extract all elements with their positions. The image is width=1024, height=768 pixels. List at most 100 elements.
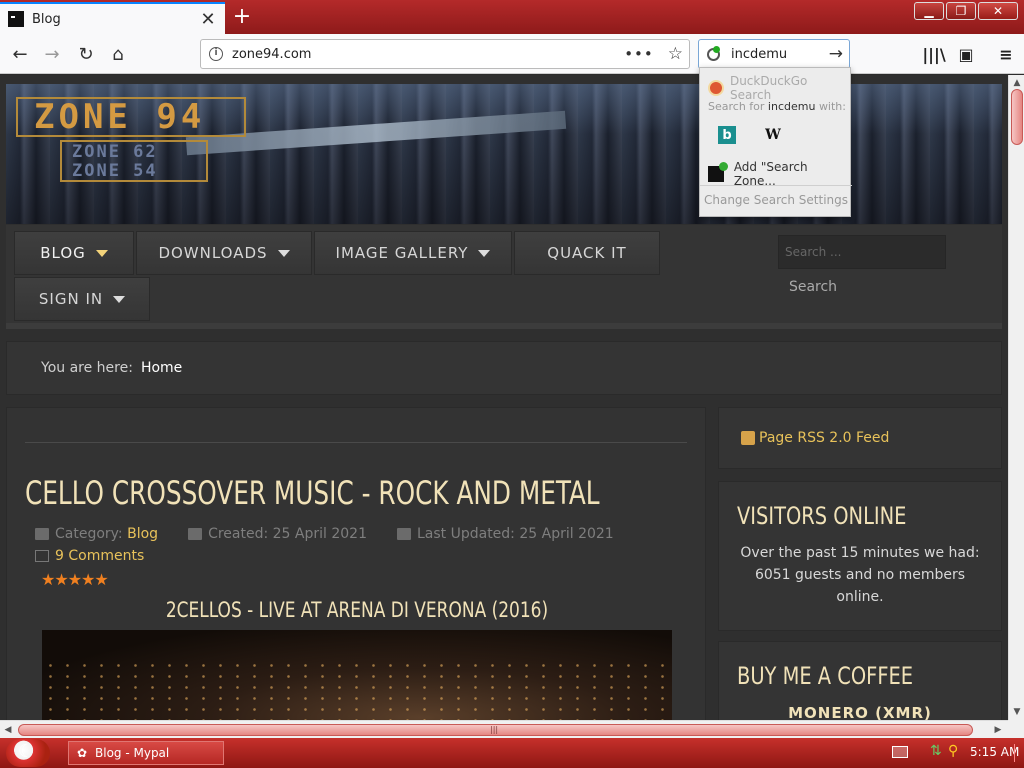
- scroll-right-icon[interactable]: ▶: [990, 722, 1006, 738]
- tab-blog[interactable]: Blog ✕: [0, 2, 225, 34]
- duckduckgo-icon: [708, 80, 724, 96]
- folder-icon: [35, 528, 49, 540]
- url-text[interactable]: zone94.com: [232, 47, 624, 62]
- search-bar[interactable]: incdemu →: [698, 39, 850, 69]
- reload-icon: ↻: [78, 43, 94, 65]
- video-thumbnail: [42, 660, 672, 720]
- calendar-icon: [396, 528, 411, 540]
- system-clock[interactable]: 5:15 AM: [970, 745, 1019, 759]
- navigation-toolbar: ← → ↻ ⌂ i zone94.com ••• ☆ incdemu → |||…: [0, 34, 1024, 74]
- search-tray-icon[interactable]: ⚲: [948, 743, 958, 759]
- category-label: Category:: [55, 526, 123, 542]
- breadcrumb-home-link[interactable]: Home: [141, 360, 182, 376]
- sidebar-toggle-icon[interactable]: ▣: [954, 40, 978, 68]
- home-icon: ⌂: [112, 43, 124, 65]
- minimize-button[interactable]: ▁: [914, 2, 944, 20]
- menu-item-label: QUACK IT: [547, 244, 627, 262]
- search-for-query: incdemu: [767, 100, 816, 113]
- menu-item-label: SIGN IN: [38, 290, 104, 308]
- title-bar: Blog ✕ + ▁ ❐ ✕: [0, 0, 1024, 34]
- library-icon[interactable]: |||\: [922, 40, 946, 68]
- default-engine-row[interactable]: DuckDuckGo Search: [700, 74, 852, 102]
- engine-buttons-row: b W: [700, 126, 852, 144]
- comment-icon: [35, 550, 49, 562]
- sidebar-visitors-module: VISITORS ONLINE Over the past 15 minutes…: [718, 481, 1002, 631]
- menu-item-label: BLOG: [40, 244, 86, 262]
- coffee-subtitle: MONERO (XMR): [788, 704, 932, 720]
- forward-arrow-icon: →: [44, 43, 60, 65]
- chevron-down-icon: [277, 249, 290, 257]
- logo-secondary-line-1: ZONE 62: [72, 142, 158, 162]
- menu-item-image-gallery[interactable]: IMAGE GALLERY: [314, 231, 512, 275]
- scroll-grip-icon: |||: [490, 725, 499, 734]
- vertical-scrollbar[interactable]: ▲ ▼: [1008, 75, 1024, 720]
- menu-item-quack-it[interactable]: QUACK IT: [514, 231, 660, 275]
- add-search-engine-row[interactable]: Add "Search Zone...: [700, 160, 852, 188]
- add-engine-icon: [708, 162, 728, 182]
- search-input[interactable]: incdemu: [731, 47, 829, 62]
- keyboard-tray-icon[interactable]: [892, 746, 908, 758]
- horizontal-scrollbar[interactable]: ◀ ||| ▶: [0, 720, 1008, 738]
- site-search-input[interactable]: Search ...: [778, 235, 946, 269]
- bing-engine-icon[interactable]: b: [718, 126, 736, 144]
- site-search-button[interactable]: Search: [778, 275, 848, 299]
- sidebar-coffee-module: BUY ME A COFFEE MONERO (XMR): [718, 641, 1002, 720]
- search-go-arrow-icon[interactable]: →: [829, 44, 843, 64]
- article-subtitle: 2CELLOS - LIVE AT ARENA DI VERONA (2016): [165, 598, 549, 622]
- menu-item-label: IMAGE GALLERY: [335, 244, 469, 262]
- taskbar-window-mypal[interactable]: ✿ Blog - Mypal: [68, 741, 224, 765]
- rss-link[interactable]: Page RSS 2.0 Feed: [759, 430, 889, 446]
- comments-count[interactable]: 9 Comments: [55, 548, 144, 564]
- menu-item-blog[interactable]: BLOG: [14, 231, 134, 275]
- menu-hamburger-icon[interactable]: ≡: [994, 40, 1018, 68]
- site-favicon-icon: [8, 11, 24, 27]
- site-logo[interactable]: ZONE 94: [16, 97, 246, 137]
- video-player[interactable]: [42, 630, 672, 720]
- page-actions-icon[interactable]: •••: [624, 45, 654, 63]
- new-tab-button[interactable]: +: [230, 4, 254, 30]
- category-link[interactable]: Blog: [127, 526, 158, 542]
- add-engine-label: Add "Search Zone...: [733, 160, 808, 188]
- bookmark-star-icon[interactable]: ☆: [668, 44, 683, 64]
- maximize-button[interactable]: ❐: [946, 2, 976, 20]
- reload-button[interactable]: ↻: [72, 40, 100, 68]
- address-bar[interactable]: i zone94.com ••• ☆: [200, 39, 690, 69]
- back-button[interactable]: ←: [6, 40, 34, 68]
- scroll-down-icon[interactable]: ▼: [1009, 704, 1024, 720]
- change-search-settings-button[interactable]: Change Search Settings: [700, 193, 852, 207]
- show-desktop-button[interactable]: [1014, 744, 1020, 762]
- menu-item-sign-in[interactable]: SIGN IN: [14, 277, 150, 321]
- chevron-down-icon: [113, 295, 126, 303]
- start-button[interactable]: [6, 739, 50, 767]
- breadcrumb: You are here: Home: [6, 341, 1002, 395]
- created-date: Created: 25 April 2021: [208, 526, 367, 542]
- web-page: ZONE 94 ZONE 62 ZONE 54 BLOG DOWNLOADS I…: [0, 75, 1008, 720]
- article-title[interactable]: CELLO CROSSOVER MUSIC - ROCK AND METAL: [25, 474, 600, 512]
- search-engine-icon[interactable]: [705, 45, 723, 63]
- site-info-icon[interactable]: i: [209, 47, 223, 61]
- wikipedia-engine-icon[interactable]: W: [764, 126, 782, 144]
- site-logo-secondary: ZONE 62 ZONE 54: [60, 140, 208, 182]
- window-controls: ▁ ❐ ✕: [914, 2, 1018, 20]
- comments-link[interactable]: 9 Comments: [35, 548, 144, 564]
- sidebar-rss-module: Page RSS 2.0 Feed: [718, 407, 1002, 469]
- rating-stars[interactable]: ★★★★★: [41, 570, 109, 589]
- chevron-down-icon: [478, 249, 491, 257]
- network-tray-icon[interactable]: ⇅: [930, 743, 942, 759]
- mypal-app-icon: ✿: [77, 746, 88, 760]
- scroll-left-icon[interactable]: ◀: [0, 722, 16, 738]
- close-window-button[interactable]: ✕: [978, 2, 1018, 20]
- menu-item-label: DOWNLOADS: [158, 244, 268, 262]
- home-button[interactable]: ⌂: [104, 40, 132, 68]
- close-tab-icon[interactable]: ✕: [199, 9, 217, 30]
- forward-button[interactable]: →: [38, 40, 66, 68]
- coffee-title: BUY ME A COFFEE: [737, 662, 914, 690]
- site-banner: ZONE 94 ZONE 62 ZONE 54: [6, 84, 1002, 224]
- menu-item-downloads[interactable]: DOWNLOADS: [136, 231, 312, 275]
- divider: [25, 442, 687, 443]
- visitors-text: Over the past 15 minutes we had: 6051 gu…: [740, 545, 980, 605]
- rss-icon: [741, 431, 755, 445]
- article: CELLO CROSSOVER MUSIC - ROCK AND METAL C…: [6, 407, 706, 720]
- vertical-scroll-thumb[interactable]: [1011, 89, 1023, 145]
- updated-date: Last Updated: 25 April 2021: [416, 526, 614, 542]
